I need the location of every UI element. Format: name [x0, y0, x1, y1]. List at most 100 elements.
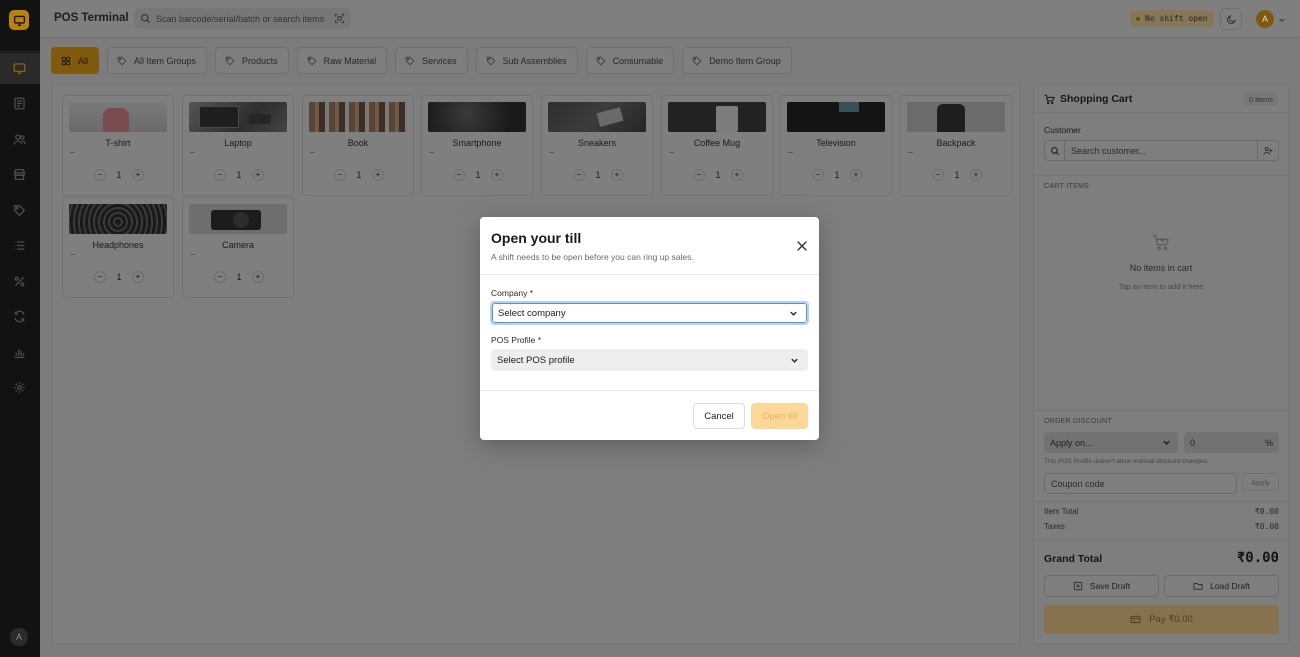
pay-button[interactable]: Pay ₹0.00 — [1044, 605, 1279, 634]
discount-unit: % — [1259, 432, 1279, 453]
sidebar-item-pos[interactable] — [12, 61, 27, 76]
sidebar-item-invoices[interactable] — [12, 96, 27, 111]
user-plus-icon — [1263, 146, 1273, 155]
product-price — [190, 152, 195, 153]
sidebar-item-reports[interactable] — [12, 345, 27, 360]
discount-apply-on-select[interactable]: Apply on... — [1044, 432, 1178, 453]
company-label: Company * — [491, 288, 534, 298]
chevron-down-icon[interactable] — [1278, 15, 1286, 23]
quantity-stepper: −1 + — [573, 168, 623, 181]
add-customer-button[interactable] — [1257, 140, 1279, 161]
tab-raw-material[interactable]: Raw Material — [296, 47, 388, 74]
decrement-button[interactable]: − — [334, 168, 346, 181]
pos-profile-select[interactable]: Select POS profile — [491, 349, 808, 371]
divider — [1034, 540, 1288, 541]
customer-search-input[interactable]: Search customer... — [1044, 140, 1258, 161]
sidebar-item-discounts[interactable] — [12, 274, 27, 289]
quantity-value: 1 — [116, 271, 122, 282]
product-card[interactable]: Backpack −1 + — [900, 95, 1012, 196]
quantity-stepper: −1 + — [214, 270, 264, 283]
cancel-button[interactable]: Cancel — [693, 403, 745, 429]
tag-icon — [225, 56, 235, 65]
decrement-button[interactable]: − — [214, 270, 226, 283]
increment-button[interactable]: + — [131, 168, 144, 181]
decrement-button[interactable]: − — [693, 168, 705, 181]
increment-button[interactable]: + — [969, 168, 982, 181]
open-till-button[interactable]: Open till — [751, 403, 808, 429]
tab-label: Products — [242, 55, 278, 66]
percent-icon — [14, 276, 25, 287]
increment-button[interactable]: + — [490, 168, 503, 181]
decrement-button[interactable]: − — [932, 168, 944, 181]
search-icon — [140, 13, 151, 24]
decrement-button[interactable]: − — [94, 168, 106, 181]
barcode-scan-icon[interactable] — [334, 13, 345, 24]
product-card[interactable]: Camera −1 + — [182, 197, 294, 298]
quantity-stepper: −1 + — [812, 168, 862, 181]
increment-button[interactable]: + — [849, 168, 862, 181]
increment-button[interactable]: + — [371, 168, 384, 181]
tab-products[interactable]: Products — [215, 47, 289, 74]
tab-label: Services — [422, 55, 457, 66]
tab-sub-assemblies[interactable]: Sub Assemblies — [475, 47, 578, 74]
theme-toggle-button[interactable] — [1220, 8, 1242, 30]
cart-title: Shopping Cart — [1060, 93, 1133, 105]
product-card[interactable]: Smartphone −1 + — [421, 95, 533, 196]
decrement-button[interactable]: − — [812, 168, 824, 181]
increment-button[interactable]: + — [131, 270, 144, 283]
decrement-button[interactable]: − — [453, 168, 465, 181]
load-draft-button[interactable]: Load Draft — [1164, 575, 1279, 597]
product-card[interactable]: Headphones −1 + — [62, 197, 174, 298]
product-price — [908, 152, 913, 153]
app-title: POS Terminal — [54, 12, 129, 24]
tab-all-item-groups[interactable]: All Item Groups — [107, 47, 208, 74]
quantity-value: 1 — [475, 169, 481, 180]
product-price — [70, 254, 75, 255]
product-card[interactable]: Laptop −1 + — [182, 95, 294, 196]
product-card[interactable]: Book −1 + — [302, 95, 414, 196]
sidebar-item-sync[interactable] — [12, 309, 27, 324]
discount-apply-on-value: Apply on... — [1050, 437, 1093, 448]
increment-button[interactable]: + — [251, 168, 264, 181]
increment-button[interactable]: + — [610, 168, 623, 181]
product-card[interactable]: Coffee Mug −1 + — [661, 95, 773, 196]
product-card[interactable]: Television −1 + — [780, 95, 892, 196]
sidebar-item-settings[interactable] — [12, 380, 27, 395]
refresh-icon — [14, 310, 25, 323]
coupon-code-input[interactable]: Coupon code — [1044, 473, 1237, 494]
decrement-button[interactable]: − — [94, 270, 106, 283]
quantity-stepper: −1 + — [94, 270, 144, 283]
list-icon — [14, 241, 25, 250]
product-card[interactable]: Sneakers −1 + — [541, 95, 653, 196]
cart-count-badge: 0 items — [1243, 92, 1278, 106]
item-search-input[interactable]: Scan barcode/serial/batch or search item… — [134, 8, 351, 29]
apply-coupon-button[interactable]: Apply — [1242, 473, 1279, 491]
monitor-icon — [13, 63, 26, 75]
user-avatar[interactable]: A — [1256, 10, 1274, 28]
app-logo-icon[interactable] — [9, 10, 29, 30]
decrement-button[interactable]: − — [573, 168, 585, 181]
increment-button[interactable]: + — [251, 270, 264, 283]
taxes-value: ₹0.00 — [1254, 522, 1279, 531]
discount-value-input[interactable]: 0 — [1184, 432, 1259, 453]
product-card[interactable]: T-shirt −1 + — [62, 95, 174, 196]
quantity-value: 1 — [236, 169, 242, 180]
increment-button[interactable]: + — [730, 168, 743, 181]
grid-icon — [61, 56, 71, 65]
sidebar-item-list[interactable] — [12, 238, 27, 253]
sidebar-item-items[interactable] — [12, 203, 27, 218]
decrement-button[interactable]: − — [214, 168, 226, 181]
sidebar-item-stores[interactable] — [12, 167, 27, 182]
save-draft-button[interactable]: Save Draft — [1044, 575, 1159, 597]
company-select[interactable]: Select company — [490, 301, 809, 325]
sidebar-item-customers[interactable] — [12, 132, 27, 147]
tab-consumable[interactable]: Consumable — [585, 47, 675, 74]
cart-icon — [1044, 94, 1055, 105]
close-dialog-button[interactable] — [794, 238, 810, 254]
tab-demo-item-group[interactable]: Demo Item Group — [682, 47, 792, 74]
sidebar-user-avatar[interactable]: A — [10, 628, 28, 646]
pos-profile-select-value: Select POS profile — [497, 354, 575, 366]
grand-total-value: ₹0.00 — [1236, 550, 1279, 566]
tab-all[interactable]: All — [51, 47, 100, 74]
tab-services[interactable]: Services — [395, 47, 468, 74]
